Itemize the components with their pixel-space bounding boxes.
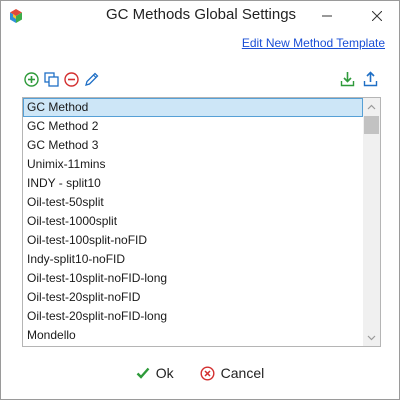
dialog-footer: Ok Cancel [1, 365, 399, 381]
list-item[interactable]: Mondello [23, 326, 363, 345]
vertical-scrollbar[interactable] [363, 98, 380, 346]
edit-icon [84, 72, 98, 86]
cancel-icon [200, 365, 215, 381]
list-item[interactable]: GC Method 2 [23, 117, 363, 136]
methods-listbox[interactable]: GC Method GC Method 2 GC Method 3 Unimix-11… [22, 97, 381, 347]
chevron-down-icon [367, 335, 376, 340]
import-icon [340, 72, 354, 87]
list-item[interactable]: Oil-test-10split-noFID-long [23, 269, 363, 288]
list-item[interactable]: Oil-test-20split-noFID-long [23, 307, 363, 326]
ok-label: Ok [155, 365, 174, 381]
cancel-label: Cancel [220, 365, 265, 381]
list-item[interactable]: GC Method [23, 98, 363, 117]
list-item[interactable]: Oil-test-100split-noFID [23, 231, 363, 250]
dialog-window: GC Methods Global Settings Edit New Meth… [0, 0, 400, 400]
list-item[interactable]: Oil-test-20split-noFID [23, 288, 363, 307]
chevron-up-icon [367, 104, 376, 109]
minimize-icon [321, 15, 332, 17]
scroll-down-button[interactable] [363, 329, 380, 346]
scroll-thumb[interactable] [364, 116, 379, 134]
export-icon [363, 71, 377, 87]
scroll-up-button[interactable] [363, 98, 380, 115]
window-title: GC Methods Global Settings [105, 6, 297, 23]
add-method-button[interactable] [23, 71, 39, 87]
ok-button[interactable]: Ok [136, 365, 174, 381]
remove-icon [63, 71, 79, 87]
method-toolbar [23, 71, 99, 89]
import-export-toolbar [339, 71, 378, 87]
list-item[interactable]: Indy-split10-noFID [23, 250, 363, 269]
list-item[interactable]: GC Method 3 [23, 136, 363, 155]
app-logo-icon [10, 9, 22, 23]
close-button[interactable] [354, 1, 399, 31]
export-button[interactable] [362, 71, 378, 87]
methods-list: GC Method GC Method 2 GC Method 3 Unimix-11… [23, 98, 363, 345]
list-item[interactable]: Oil-test-1000split [23, 212, 363, 231]
copy-method-button[interactable] [43, 71, 59, 87]
list-item[interactable]: Oil-test-50split [23, 193, 363, 212]
checkmark-icon [136, 367, 150, 379]
add-icon [23, 71, 39, 87]
title-bar[interactable]: GC Methods Global Settings [1, 1, 399, 32]
cancel-button[interactable]: Cancel [200, 365, 265, 381]
close-icon [371, 11, 382, 21]
list-item[interactable]: Unimix-11mins [23, 155, 363, 174]
minimize-button[interactable] [304, 1, 349, 31]
copy-icon [43, 71, 59, 87]
import-button[interactable] [339, 71, 355, 87]
list-item[interactable]: INDY - split10 [23, 174, 363, 193]
edit-method-button[interactable] [83, 71, 99, 87]
edit-template-link[interactable]: Edit New Method Template [242, 36, 385, 50]
remove-method-button[interactable] [63, 71, 79, 87]
